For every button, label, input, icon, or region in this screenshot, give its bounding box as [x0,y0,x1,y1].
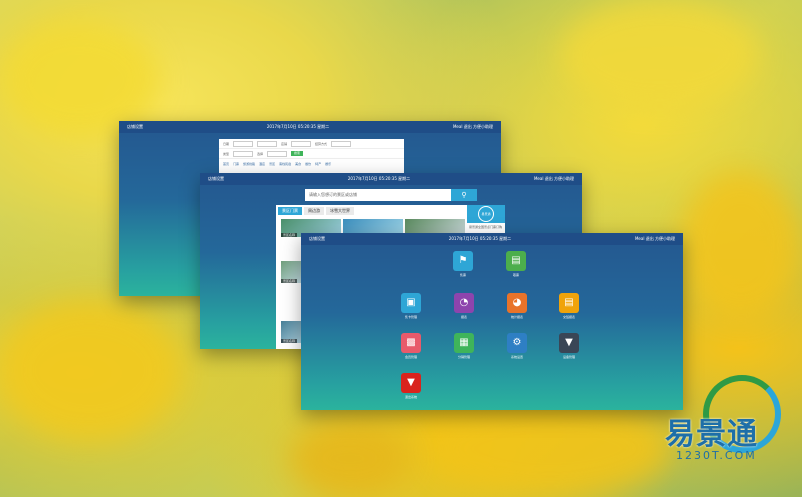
form-label: 店铺 [281,141,288,146]
app-label: 售票 [459,273,466,277]
cocktail-icon: ▼ [401,373,421,393]
thumbnail-label: 景区名称 [281,279,298,283]
form-row: 类型 选择 搜索 [219,149,404,159]
search-button[interactable]: 搜索 [291,151,304,156]
app-grid: ⚑ 售票 ▤ 取票 ▣ 售卡管理 ◔ 报表 ◕ 统计报表 ▤ 交班报表 ▩ 会员… [301,233,683,410]
distribution-icon: ▦ [454,333,474,353]
app-take-ticket[interactable]: ▤ 取票 [496,251,536,277]
report-icon: ▤ [559,293,579,313]
member-icon: ▩ [401,333,421,353]
thumbnail-label: 景区名称 [281,339,298,343]
header-user[interactable]: Meal 退出 方便小助理 [453,124,493,130]
brand-url: 1230T.COM [676,449,757,462]
thumbnail-label: 景区名称 [281,233,298,237]
tab-item[interactable]: 美食 [295,162,301,166]
brand-name: 易景通 [665,417,758,452]
header-datetime: 2017年7月10日 05:20:35 星期二 [266,124,330,129]
background-flower-blob [430,400,670,497]
pie-chart-icon: ◕ [507,293,527,313]
form-label: 日期 [223,141,230,146]
app-label: 设备管理 [562,355,575,359]
form-label: 选择 [257,151,264,156]
query-form-panel: 日期 店铺 结算方式 类型 选择 搜索 首页 门票 旅游线路 酒店 景区 客栈民… [219,139,404,175]
tab-item[interactable]: 首页 [223,162,229,166]
tab-item[interactable]: 餐饮 [305,162,311,166]
card-icon: ▣ [401,293,421,313]
header-title: 店铺设置 [208,176,224,181]
background-flower-blob [560,0,760,110]
app-label: 报表 [460,315,467,319]
app-label: 售卡管理 [404,315,417,319]
tab-item[interactable]: 客栈民宿 [279,162,291,166]
background-flower-blob [680,170,802,320]
app-system-settings[interactable]: ⚙ 系统设置 [497,333,537,359]
app-label: 会员管理 [404,355,417,359]
header-datetime: 2017年7月10日 05:20:35 星期二 [347,176,411,181]
app-label: 系统设置 [510,355,523,359]
app-label: 取票 [512,273,519,277]
app-label: 交班报表 [562,315,575,319]
background-flower-blob [290,420,410,497]
app-member-management[interactable]: ▩ 会员管理 [391,333,431,359]
tab-nearby-tours[interactable]: 周边游 [304,207,324,215]
form-row: 日期 店铺 结算方式 [219,139,404,149]
side-promo-header: 易景通 [467,205,505,223]
pie-chart-icon: ◔ [454,293,474,313]
form-label: 结算方式 [315,141,328,146]
printer-icon: ▤ [506,251,526,271]
app-distribution[interactable]: ▦ 分销管理 [444,333,484,359]
form-label: 类型 [223,151,230,156]
search-bar: 请输入您想订的景区或店铺 ⚲ [305,189,477,201]
background-flower-blob [0,300,180,440]
app-label: 退出系统 [404,395,417,399]
tab-scenic-tickets[interactable]: 景区门票 [278,207,302,215]
app-report[interactable]: ◔ 报表 [444,293,484,319]
window-header: 店铺设置 2017年7月10日 05:20:35 星期二 Meal 退出 方便小… [119,121,501,133]
cocktail-icon: ▼ [559,333,579,353]
side-promo-text: 易景通全国景点门票订购 [469,225,503,229]
category-tabs: 首页 门票 旅游线路 酒店 景区 客栈民宿 美食 餐饮 特产 娱乐 [219,159,404,168]
app-device-management[interactable]: ▼ 设备管理 [549,333,589,359]
app-statistics[interactable]: ◕ 统计报表 [497,293,537,319]
tag-icon: ⚑ [453,251,473,271]
type-field[interactable] [233,150,254,157]
app-sell-ticket[interactable]: ⚑ 售票 [443,251,483,277]
tab-item[interactable]: 门票 [233,162,239,166]
window-header: 店铺设置 2017年7月10日 05:20:35 星期二 Meal 退出 方便小… [200,173,582,185]
brand-logo-icon: 易景通 [478,206,494,222]
tab-item[interactable]: 旅游线路 [243,162,255,166]
tab-ice-world[interactable]: 冰雪大世界 [326,207,354,215]
header-title: 店铺设置 [127,124,143,129]
select-field[interactable] [267,150,288,157]
app-exit-system[interactable]: ▼ 退出系统 [391,373,431,399]
app-label: 统计报表 [510,315,523,319]
gear-icon: ⚙ [507,333,527,353]
app-card-management[interactable]: ▣ 售卡管理 [391,293,431,319]
screen-app-launcher: 店铺设置 2017年7月10日 05:20:35 星期二 Meal 退出 方便小… [301,233,683,410]
date-end-field[interactable] [257,140,278,147]
app-shift-report[interactable]: ▤ 交班报表 [549,293,589,319]
payment-field[interactable] [331,140,352,147]
content-tabs: 景区门票 周边游 冰雪大世界 [276,205,469,217]
brand-watermark: 易景通 1230T.COM [655,373,785,485]
app-label: 分销管理 [457,355,470,359]
date-start-field[interactable] [233,140,254,147]
shop-field[interactable] [291,140,312,147]
tab-item[interactable]: 景区 [269,162,275,166]
tab-item[interactable]: 特产 [315,162,321,166]
header-user[interactable]: Meal 退出 方便小助理 [534,176,574,182]
search-input[interactable]: 请输入您想订的景区或店铺 [305,189,451,201]
search-icon[interactable]: ⚲ [451,189,477,201]
tab-item[interactable]: 酒店 [259,162,265,166]
tab-item[interactable]: 娱乐 [325,162,331,166]
